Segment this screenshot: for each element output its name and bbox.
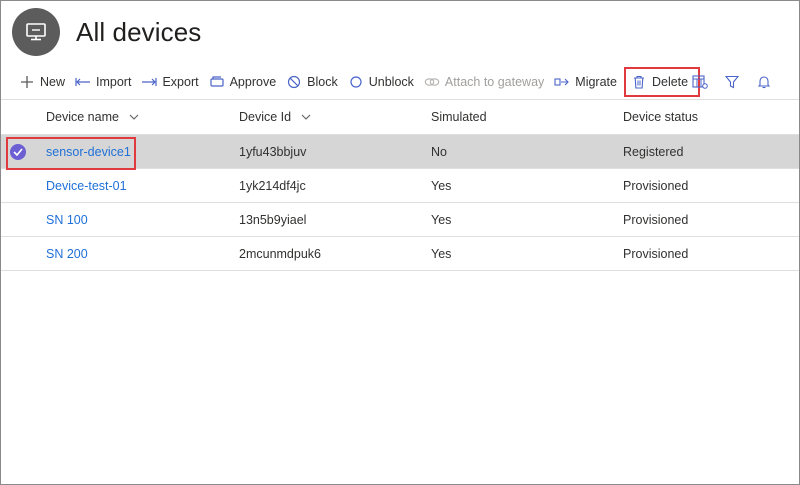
export-label: Export xyxy=(162,75,199,89)
column-header-device-name[interactable]: Device name xyxy=(46,100,236,134)
chevron-down-icon[interactable] xyxy=(301,114,311,120)
attach-label: Attach to gateway xyxy=(444,75,545,89)
checkmark-icon[interactable] xyxy=(10,144,26,160)
unblock-button[interactable]: Unblock xyxy=(343,67,419,97)
block-icon xyxy=(286,74,302,90)
device-name-link[interactable]: SN 100 xyxy=(46,213,88,227)
export-button[interactable]: Export xyxy=(136,67,203,97)
new-button[interactable]: New xyxy=(14,67,70,97)
simulated-value: No xyxy=(431,144,447,159)
filter-icon[interactable] xyxy=(716,67,748,97)
table-row[interactable]: sensor-device1 1yfu43bbjuv No Registered xyxy=(1,135,799,169)
approve-button[interactable]: Approve xyxy=(204,67,282,97)
device-name-link[interactable]: sensor-device1 xyxy=(46,145,131,159)
device-status: Provisioned xyxy=(623,246,689,261)
column-header-device-status[interactable]: Device status xyxy=(623,100,793,134)
column-header-label: Device name xyxy=(46,110,119,124)
device-id: 2mcunmdpuk6 xyxy=(239,246,321,261)
chevron-down-icon[interactable] xyxy=(129,114,139,120)
table-row[interactable]: Device-test-01 1yk214df4jc Yes Provision… xyxy=(1,169,799,203)
device-status: Provisioned xyxy=(623,212,689,227)
migrate-button[interactable]: Migrate xyxy=(549,67,622,97)
migrate-icon xyxy=(554,74,570,90)
device-id: 1yfu43bbjuv xyxy=(239,144,307,159)
unblock-label: Unblock xyxy=(368,75,414,89)
devices-icon xyxy=(12,8,60,56)
delete-label: Delete xyxy=(651,75,689,89)
page-header: All devices xyxy=(12,8,201,56)
table-header-row: Device name Device Id Simulated Device s… xyxy=(1,100,799,135)
block-label: Block xyxy=(307,75,338,89)
command-bar: New Import Export Approve Block Unblock xyxy=(14,66,784,98)
approve-icon xyxy=(209,74,225,90)
device-name-link[interactable]: Device-test-01 xyxy=(46,179,127,193)
trash-icon xyxy=(631,74,647,90)
column-header-label: Simulated xyxy=(431,110,487,124)
block-button[interactable]: Block xyxy=(281,67,343,97)
column-header-simulated[interactable]: Simulated xyxy=(431,100,621,134)
device-id: 1yk214df4jc xyxy=(239,178,306,193)
simulated-value: Yes xyxy=(431,246,452,261)
table-row[interactable]: SN 200 2mcunmdpuk6 Yes Provisioned xyxy=(1,237,799,271)
plus-icon xyxy=(19,74,35,90)
attach-to-gateway-button[interactable]: Attach to gateway xyxy=(419,67,549,97)
devices-table: Device name Device Id Simulated Device s… xyxy=(1,100,799,271)
column-header-label: Device status xyxy=(623,110,699,124)
import-label: Import xyxy=(96,75,132,89)
unblock-icon xyxy=(348,74,364,90)
device-id: 13n5b9yiael xyxy=(239,212,307,227)
simulated-value: Yes xyxy=(431,178,452,193)
page-title: All devices xyxy=(76,16,202,47)
import-button[interactable]: Import xyxy=(70,67,136,97)
device-status: Registered xyxy=(623,144,684,159)
device-name-link[interactable]: SN 200 xyxy=(46,247,88,261)
approve-label: Approve xyxy=(229,75,277,89)
column-header-device-id[interactable]: Device Id xyxy=(239,100,429,134)
column-header-label: Device Id xyxy=(239,110,292,124)
new-label: New xyxy=(40,75,66,89)
simulated-value: Yes xyxy=(431,212,452,227)
import-arrow-icon xyxy=(75,74,91,90)
table-row[interactable]: SN 100 13n5b9yiael Yes Provisioned xyxy=(1,203,799,237)
toolbar-right-actions xyxy=(684,66,780,98)
link-icon xyxy=(424,74,440,90)
migrate-label: Migrate xyxy=(575,75,617,89)
device-status: Provisioned xyxy=(623,178,689,193)
notification-bell-icon[interactable] xyxy=(748,67,780,97)
export-arrow-icon xyxy=(141,74,158,90)
edit-columns-icon[interactable] xyxy=(684,67,716,97)
